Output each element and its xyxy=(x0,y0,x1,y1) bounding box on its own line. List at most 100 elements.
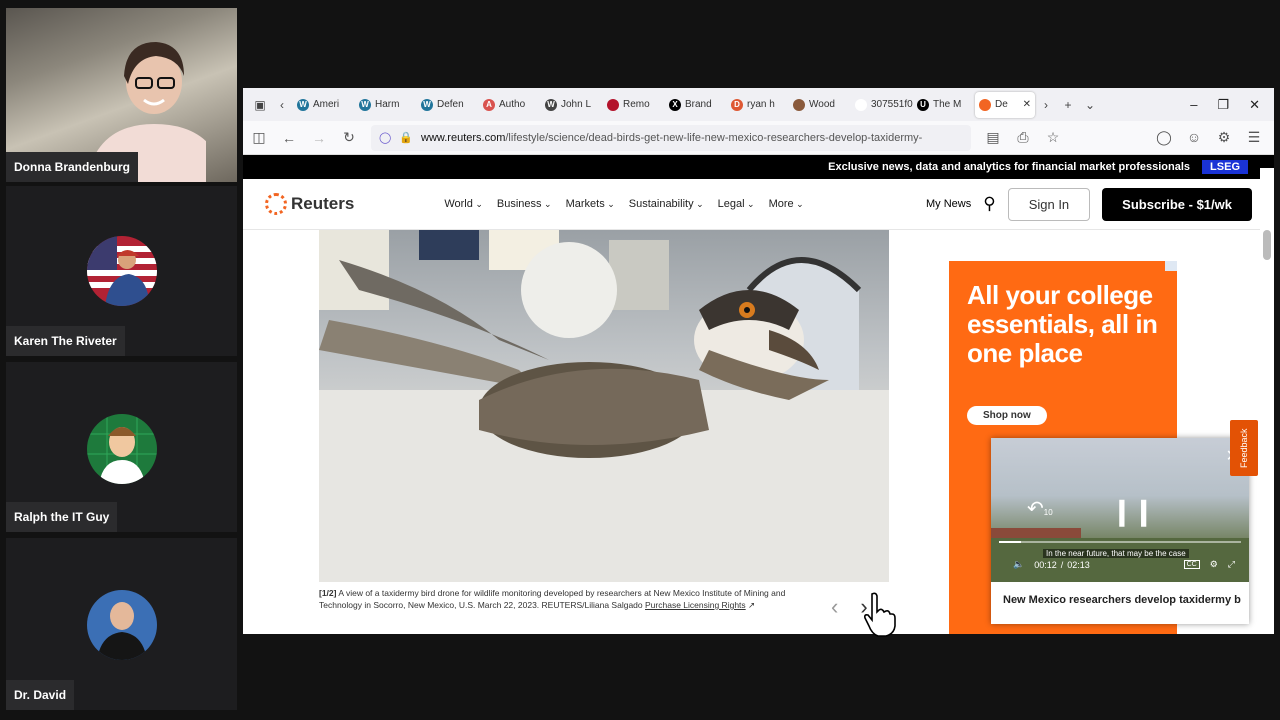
forward-icon[interactable]: → xyxy=(311,130,327,146)
tab-label: Harm xyxy=(375,99,400,110)
reuters-logo-icon xyxy=(265,193,287,215)
page-scrollbar[interactable] xyxy=(1260,168,1274,634)
browser-tab[interactable]: De ✕ xyxy=(975,91,1035,118)
tab-overview-icon[interactable]: ▣ xyxy=(249,94,271,116)
avatar xyxy=(87,414,157,484)
tab-scroll-left-icon[interactable]: ‹ xyxy=(271,94,293,116)
x-icon: X xyxy=(669,98,681,111)
main-menu: World Business Markets Sustainability Le… xyxy=(444,198,803,210)
sign-in-button[interactable]: Sign In xyxy=(1007,187,1091,221)
prev-photo-icon[interactable]: ‹ xyxy=(831,594,838,620)
rewind-icon[interactable]: ↶10 xyxy=(1027,496,1053,521)
browser-tab[interactable]: A Autho xyxy=(479,92,541,118)
browser-tab[interactable]: U The M xyxy=(913,92,975,118)
my-news-link[interactable]: My News xyxy=(926,198,971,210)
participant-name: Dr. David xyxy=(6,680,75,710)
menu-item-business[interactable]: Business xyxy=(497,198,552,210)
video-subtitle: In the near future, that may be the case xyxy=(1043,549,1189,558)
participant-tile-ralph[interactable]: Ralph the IT Guy xyxy=(6,362,237,532)
tab-bar: ▣ ‹ W Ameri W Harm W Defen A Autho W John L Remo X B… xyxy=(243,88,1274,121)
tab-label: 307551f0 xyxy=(871,99,913,110)
video-title[interactable]: New Mexico researchers develop taxidermy… xyxy=(991,582,1249,618)
nav-bar: ◫ ← → ↻ ◯ 🔒 www.reuters.com/lifestyle/sc… xyxy=(243,121,1274,155)
external-link-icon: ↗ xyxy=(748,600,756,610)
reload-icon[interactable]: ↻ xyxy=(341,129,357,146)
tab-label: Defen xyxy=(437,99,464,110)
article-photo[interactable] xyxy=(319,230,889,582)
tab-label: ryan h xyxy=(747,99,775,110)
browser-tab[interactable]: W Ameri xyxy=(293,92,355,118)
lock-icon: 🔒 xyxy=(399,132,414,144)
captions-button[interactable]: CC xyxy=(1183,560,1200,569)
video-controls: 🔈 00:12 / 02:13 CC ⚙ ⤢ xyxy=(1013,559,1235,570)
tab-label: De xyxy=(995,99,1008,110)
browser-tab[interactable]: Dryan h xyxy=(727,92,789,118)
reader-view-icon[interactable]: ▤ xyxy=(985,129,1001,146)
time-separator: / xyxy=(1060,559,1064,570)
fullscreen-icon[interactable]: ⤢ xyxy=(1228,559,1235,570)
browser-tab[interactable]: W Harm xyxy=(355,92,417,118)
tab-list: W Ameri W Harm W Defen A Autho W John L Remo X Brand… xyxy=(293,91,1035,118)
licensing-link[interactable]: Purchase Licensing Rights xyxy=(645,600,746,610)
menu-item-sustainability[interactable]: Sustainability xyxy=(629,198,704,210)
duration: 02:13 xyxy=(1067,559,1090,570)
close-window-icon[interactable]: ✕ xyxy=(1249,97,1260,113)
menu-item-markets[interactable]: Markets xyxy=(566,198,615,210)
screenshot-icon[interactable]: ⎙ xyxy=(1015,129,1031,146)
account-icon[interactable]: ☺ xyxy=(1186,129,1202,146)
reuters-logo[interactable]: Reuters xyxy=(265,193,354,215)
extensions-icon[interactable]: ⚙ xyxy=(1216,129,1232,146)
address-bar[interactable]: ◯ 🔒 www.reuters.com/lifestyle/science/de… xyxy=(371,124,971,151)
mute-icon[interactable]: 🔈 xyxy=(1013,559,1024,570)
menu-item-world[interactable]: World xyxy=(444,198,483,210)
url-path: /lifestyle/science/dead-birds-get-new-li… xyxy=(505,131,923,144)
promo-banner[interactable]: Exclusive news, data and analytics for f… xyxy=(243,155,1274,179)
shop-now-button[interactable]: Shop now xyxy=(967,406,1047,425)
video-frame[interactable]: ✕ ↶10 ❙❙ In the near future, that may be… xyxy=(991,438,1249,582)
feedback-tab[interactable]: Feedback xyxy=(1230,420,1258,476)
list-tabs-icon[interactable]: ⌄ xyxy=(1079,94,1101,116)
browser-tab[interactable]: 307551f0 xyxy=(851,92,913,118)
document-icon: A xyxy=(483,98,495,111)
duckduckgo-icon: D xyxy=(731,98,743,111)
bookmark-star-icon[interactable]: ☆ xyxy=(1045,129,1061,146)
close-tab-icon[interactable]: ✕ xyxy=(1023,99,1031,110)
browser-tab[interactable]: W John L xyxy=(541,92,603,118)
shield-icon: ◯ xyxy=(379,132,392,144)
adchoices-icon[interactable] xyxy=(1165,261,1177,271)
wordpress-icon: W xyxy=(297,98,309,111)
tab-label: The M xyxy=(933,99,962,110)
scrollbar-thumb[interactable] xyxy=(1263,230,1271,260)
url-domain: www.reuters.com xyxy=(421,131,506,144)
participant-tile-donna[interactable]: Donna Brandenburg xyxy=(6,8,237,182)
settings-gear-icon[interactable]: ⚙ xyxy=(1210,559,1218,570)
restore-icon[interactable]: ❐ xyxy=(1217,97,1229,113)
site-header: Reuters World Business Markets Sustainab… xyxy=(243,179,1274,230)
lseg-logo: LSEG xyxy=(1202,160,1248,174)
minimize-icon[interactable]: – xyxy=(1190,97,1197,113)
participant-tile-karen[interactable]: Karen The Riveter xyxy=(6,186,237,356)
tab-scroll-right-icon[interactable]: › xyxy=(1035,94,1057,116)
menu-icon[interactable]: ☰ xyxy=(1246,129,1262,146)
participant-tile-david[interactable]: Dr. David xyxy=(6,538,237,710)
photo-icon xyxy=(793,98,805,111)
browser-tab[interactable]: Wood xyxy=(789,92,851,118)
browser-tab[interactable]: X Brand xyxy=(665,92,727,118)
avatar xyxy=(87,236,157,306)
search-icon[interactable]: ⚲ xyxy=(983,194,995,214)
subscribe-button[interactable]: Subscribe - $1/wk xyxy=(1102,187,1252,221)
video-progress[interactable] xyxy=(999,541,1241,543)
browser-tab[interactable]: Remo xyxy=(603,92,665,118)
new-tab-icon[interactable]: + xyxy=(1057,94,1079,116)
blank-icon xyxy=(855,98,867,111)
sidebar-icon[interactable]: ◫ xyxy=(251,129,267,146)
menu-item-legal[interactable]: Legal xyxy=(718,198,755,210)
pause-icon[interactable]: ❙❙ xyxy=(1111,496,1155,527)
hand-cursor-icon xyxy=(864,592,896,637)
menu-item-more[interactable]: More xyxy=(769,198,804,210)
participant-name: Ralph the IT Guy xyxy=(6,502,118,532)
browser-tab[interactable]: W Defen xyxy=(417,92,479,118)
back-icon[interactable]: ← xyxy=(281,130,297,146)
reuters-icon xyxy=(979,98,991,111)
pocket-icon[interactable]: ◯ xyxy=(1156,129,1172,146)
